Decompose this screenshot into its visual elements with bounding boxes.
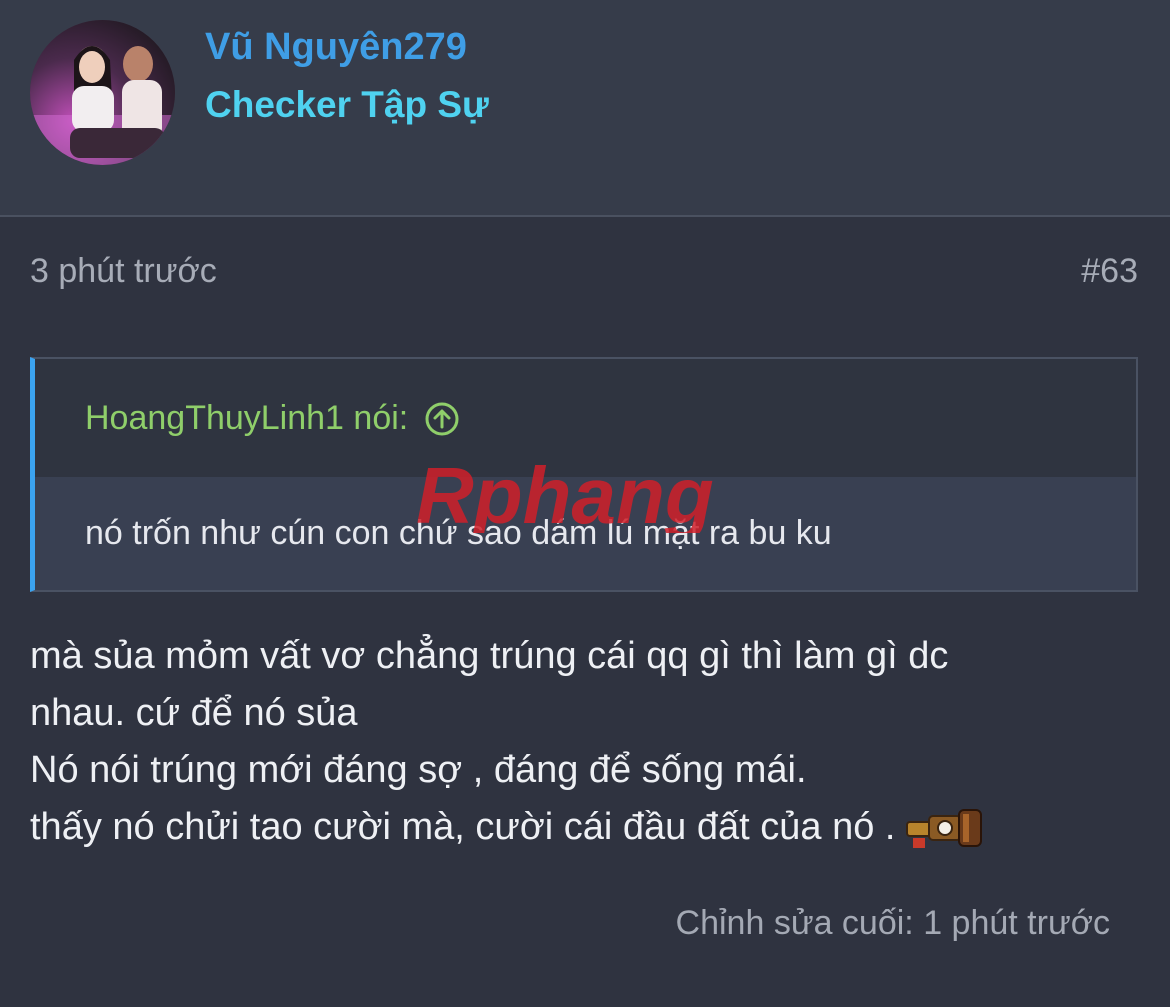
message-line-text: thấy nó chửi tao cười mà, cười cái đầu đ…: [30, 806, 896, 848]
edited-note: Chỉnh sửa cuối: 1 phút trước: [675, 904, 1110, 942]
quote-header: HoangThuyLinh1 nói:: [35, 359, 1136, 477]
quote-block: HoangThuyLinh1 nói: nó trốn như cún con …: [30, 357, 1138, 592]
arrow-up-circle-icon[interactable]: [424, 401, 460, 437]
message-line-last: thấy nó chửi tao cười mà, cười cái đầu đ…: [30, 799, 1130, 856]
post-timestamp[interactable]: 3 phút trước: [30, 252, 217, 291]
message-line: nhau. cứ để nó sủa: [30, 692, 358, 734]
username[interactable]: Vũ Nguyên279: [205, 26, 467, 69]
post-number[interactable]: #63: [1081, 252, 1138, 291]
user-title: Checker Tập Sự: [205, 84, 489, 125]
quote-author-label: HoangThuyLinh1 nói:: [85, 399, 409, 437]
post-header: Vũ Nguyên279 Checker Tập Sự: [0, 0, 1170, 217]
quote-author-link[interactable]: HoangThuyLinh1 nói:: [85, 399, 460, 438]
quote-text: nó trốn như cún con chứ sao dám lú mặt r…: [85, 514, 832, 552]
gun-emoji-icon: [906, 808, 983, 848]
avatar[interactable]: [30, 20, 175, 165]
message-line: Nó nói trúng mới đáng sợ , đáng để sống …: [30, 749, 807, 791]
message-line: mà sủa mỏm vất vơ chẳng trúng cái qq gì …: [30, 635, 949, 677]
post-message: mà sủa mỏm vất vơ chẳng trúng cái qq gì …: [30, 628, 1130, 856]
